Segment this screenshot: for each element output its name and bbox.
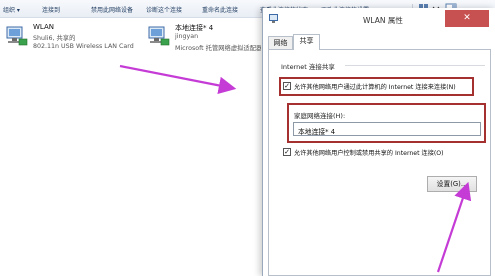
close-icon: ✕ bbox=[463, 13, 471, 23]
connection-name: WLAN bbox=[33, 23, 55, 31]
connection-wlan[interactable]: WLAN Shuli6, 共享的 802.11n USB Wireless LA… bbox=[4, 22, 146, 56]
dialog-title: WLAN 属性 bbox=[363, 16, 403, 25]
home-network-field[interactable]: 本地连接* 4 bbox=[293, 122, 481, 136]
group-divider bbox=[345, 65, 485, 66]
dialog-title-bar[interactable]: WLAN 属性 ✕ bbox=[263, 8, 495, 30]
connection-adapter: 802.11n USB Wireless LAN Card bbox=[33, 43, 134, 50]
tab-sharing[interactable]: 共享 bbox=[293, 34, 320, 50]
checkmark-icon: ✓ bbox=[284, 82, 290, 90]
network-adapter-icon bbox=[148, 26, 170, 46]
allow-control-checkbox[interactable]: ✓ bbox=[283, 148, 291, 156]
connection-local-4[interactable]: 本地连接* 4 jingyan Microsoft 托管网络虚拟适配器 bbox=[146, 22, 262, 56]
wlan-properties-icon bbox=[269, 14, 278, 23]
allow-control-label: 允许其他网络用户控制或禁用共享的 Internet 连接(O) bbox=[294, 150, 444, 157]
toolbar-organize[interactable]: 组织 ▾ bbox=[3, 5, 20, 14]
toolbar-connect-to[interactable]: 连接到 bbox=[42, 5, 60, 14]
close-button[interactable]: ✕ bbox=[445, 10, 489, 27]
network-adapter-icon bbox=[6, 26, 28, 46]
connection-adapter: Microsoft 托管网络虚拟适配器 bbox=[175, 45, 261, 52]
connections-list-area bbox=[0, 60, 262, 276]
toolbar-disable-device[interactable]: 禁用此网络设备 bbox=[91, 5, 133, 14]
connection-status: jingyan bbox=[175, 33, 199, 40]
settings-button[interactable]: 设置(G)... bbox=[427, 176, 477, 192]
connection-name: 本地连接* 4 bbox=[175, 24, 214, 32]
toolbar-rename[interactable]: 重命名此连接 bbox=[202, 5, 238, 14]
ics-group-label: Internet 连接共享 bbox=[281, 63, 335, 71]
connection-status: Shuli6, 共享的 bbox=[33, 35, 76, 42]
toolbar-diagnose[interactable]: 诊断这个连接 bbox=[146, 5, 182, 14]
tab-network[interactable]: 网络 bbox=[268, 36, 293, 50]
allow-share-label: 允许其他网络用户通过此计算机的 Internet 连接来连接(N) bbox=[294, 84, 456, 91]
home-network-label: 家庭网络连接(H): bbox=[294, 112, 346, 120]
checkmark-icon: ✓ bbox=[284, 148, 290, 156]
allow-share-checkbox[interactable]: ✓ bbox=[283, 82, 291, 90]
